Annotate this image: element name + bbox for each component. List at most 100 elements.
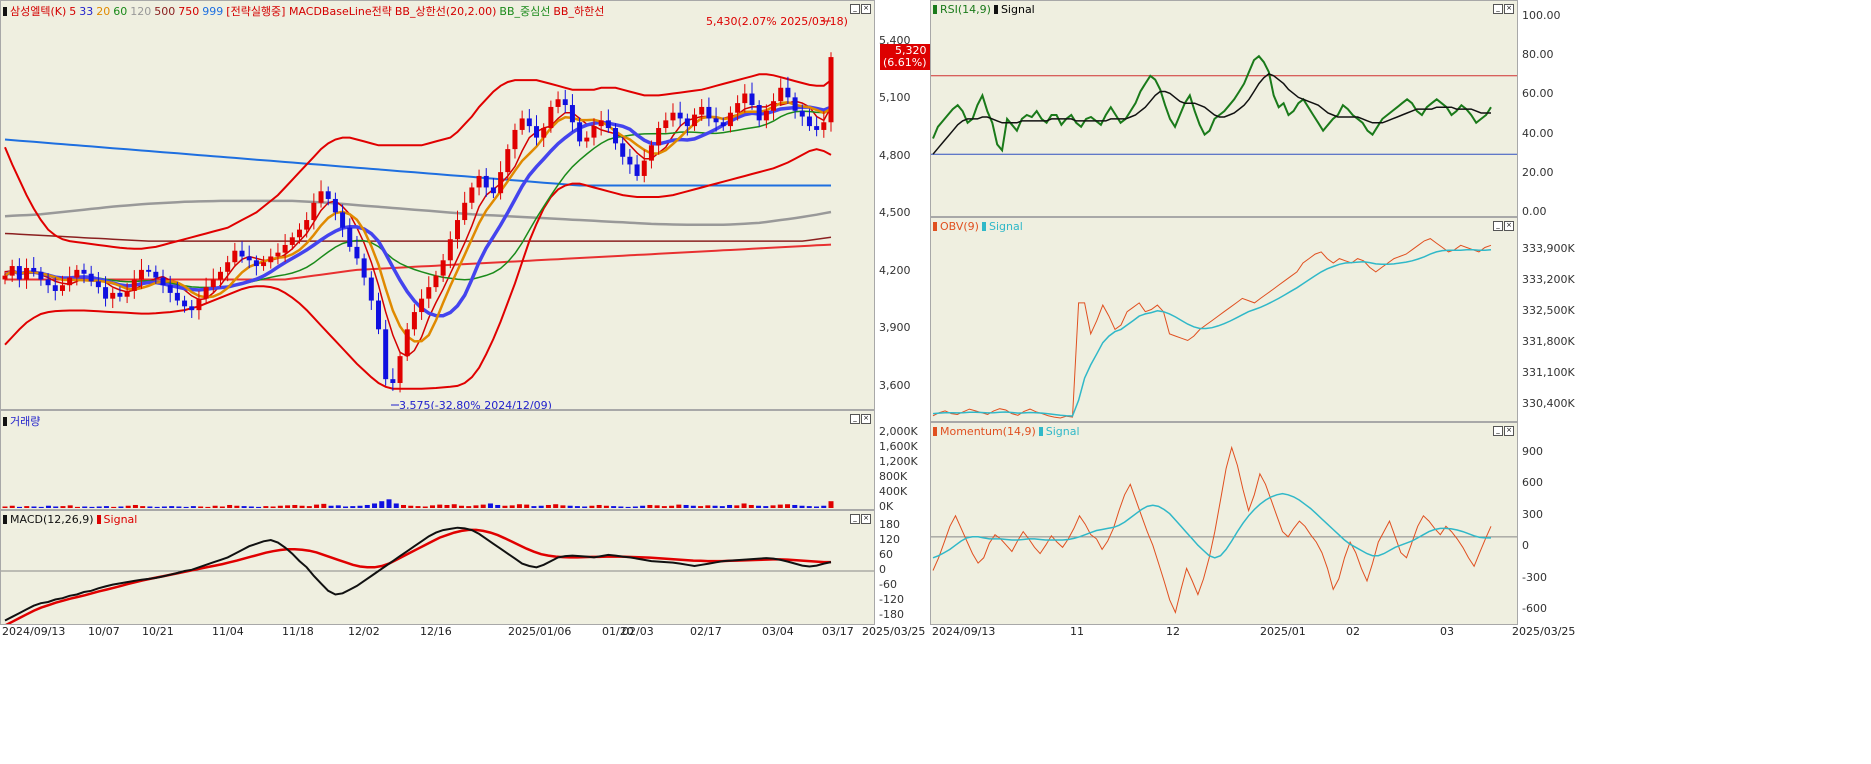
price-legend: 삼성엘텍(K) 5 33 20 60 120 500 750 999 [전략실행중] MACDBa… (3, 3, 607, 19)
candle-body (519, 118, 525, 130)
volume-bar (516, 504, 522, 508)
candle-body (684, 118, 690, 127)
volume-bar (335, 505, 341, 508)
legend-item: 500 (154, 4, 176, 18)
volume-bar (38, 506, 44, 508)
minimize-icon[interactable]: _ (850, 514, 860, 524)
axis-tick-label: 120 (879, 533, 900, 547)
candle-body (720, 122, 726, 127)
candle-body (103, 287, 109, 299)
macd-signal-label: Signal (103, 513, 138, 526)
volume-bar (538, 505, 544, 508)
price-chart-pane[interactable]: 5,430(2.07% 2025/03/18) 3,575(-32.80% 202… (0, 0, 875, 410)
close-icon[interactable]: × (1504, 4, 1514, 14)
candle-body (534, 126, 540, 138)
price-chart: 5,430(2.07% 2025/03/18)3,575(-32.80% 202… (2, 15, 848, 409)
candle-body (505, 149, 511, 173)
volume-bar (770, 505, 776, 508)
volume-bar (582, 506, 588, 508)
candle-body (648, 145, 654, 161)
candle-body (160, 277, 166, 286)
axis-tick-label: 600 (1522, 476, 1543, 490)
candle-body (713, 118, 719, 123)
volume-bar (632, 506, 638, 508)
close-icon[interactable]: × (1504, 426, 1514, 436)
candle-body (490, 187, 496, 194)
volume-bar (60, 506, 66, 508)
close-icon[interactable]: × (1504, 221, 1514, 231)
minimize-icon[interactable]: _ (1493, 4, 1503, 14)
volume-bar (495, 504, 501, 508)
candle-body (2, 275, 8, 280)
close-icon[interactable]: × (861, 414, 871, 424)
volume-chart (2, 499, 834, 508)
candle-body (476, 175, 482, 188)
axis-tick-label: 180 (879, 518, 900, 532)
volume-bar (741, 503, 747, 508)
rsi-pane[interactable]: RSI(14,9) Signal _ × (930, 0, 1518, 217)
candle-body (217, 271, 223, 280)
minimize-icon[interactable]: _ (1493, 426, 1503, 436)
volume-bar (89, 506, 95, 508)
minimize-icon[interactable]: _ (850, 414, 860, 424)
candle-body (38, 271, 44, 280)
candle-body (426, 287, 432, 299)
candle-body (246, 256, 252, 261)
volume-bar (618, 506, 624, 508)
volume-bar (140, 506, 146, 508)
axis-tick-label: 100.00 (1522, 9, 1561, 22)
axis-tick-label: 800K (879, 469, 908, 483)
volume-bar (16, 506, 22, 508)
volume-bar (53, 506, 59, 508)
date-tick-label: 11/04 (212, 625, 244, 638)
axis-tick-label: 2,000K (879, 424, 918, 438)
volume-bar (669, 505, 675, 508)
axis-tick-label: 0 (1522, 539, 1529, 553)
legend-item: BB_상한선(20,2.00) (394, 5, 497, 18)
candle-body (203, 287, 209, 299)
date-tick-label: 11 (1070, 625, 1084, 638)
rsi-legend: RSI(14,9) Signal (933, 3, 1038, 16)
volume-bar (321, 503, 327, 508)
volume-bar (45, 505, 51, 508)
volume-bar (487, 503, 493, 508)
date-tick-label: 02/17 (690, 625, 722, 638)
volume-pane[interactable]: 거래량 _ × (0, 410, 875, 510)
candle-body (785, 87, 791, 98)
volume-bar (285, 505, 291, 508)
candle-body (174, 292, 180, 301)
rsi-axis: 100.00 80.00 60.00 40.00 20.00 0.00 (1518, 0, 1571, 218)
volume-bar (415, 506, 421, 508)
close-icon[interactable]: × (861, 514, 871, 524)
minimize-icon[interactable]: _ (1493, 221, 1503, 231)
volume-bar (792, 504, 798, 508)
candle-body (541, 128, 547, 138)
close-icon[interactable]: × (861, 4, 871, 14)
volume-bar (277, 505, 283, 508)
volume-bar (161, 506, 167, 508)
series-line-ma500 (4, 232, 832, 242)
obv-pane[interactable]: OBV(9) Signal _ × (930, 217, 1518, 422)
minimize-icon[interactable]: _ (850, 4, 860, 14)
volume-bar (24, 506, 30, 508)
axis-tick-label: 1,600K (879, 439, 918, 453)
candle-body (16, 266, 22, 280)
candle-body (792, 97, 798, 111)
momentum-pane[interactable]: Momentum(14,9) Signal _ × (930, 422, 1518, 625)
candle-body (210, 279, 216, 288)
candle-body (182, 300, 188, 307)
candle-body (296, 229, 302, 238)
legend-item: BB_중심선 (499, 5, 551, 18)
candle-body (821, 122, 827, 130)
volume-bar (31, 506, 37, 508)
axis-tick-label: 3,600 (879, 378, 911, 392)
candle-body (167, 285, 173, 293)
candle-body (275, 252, 281, 257)
axis-tick-label: -180 (879, 607, 904, 621)
macd-pane[interactable]: MACD(12,26,9) Signal _ × (0, 510, 875, 625)
candle-body (447, 239, 453, 261)
axis-tick-label: 60.00 (1522, 87, 1554, 101)
candle-body (605, 120, 611, 129)
legend-item: 750 (178, 4, 200, 18)
legend-item: 33 (79, 4, 94, 18)
